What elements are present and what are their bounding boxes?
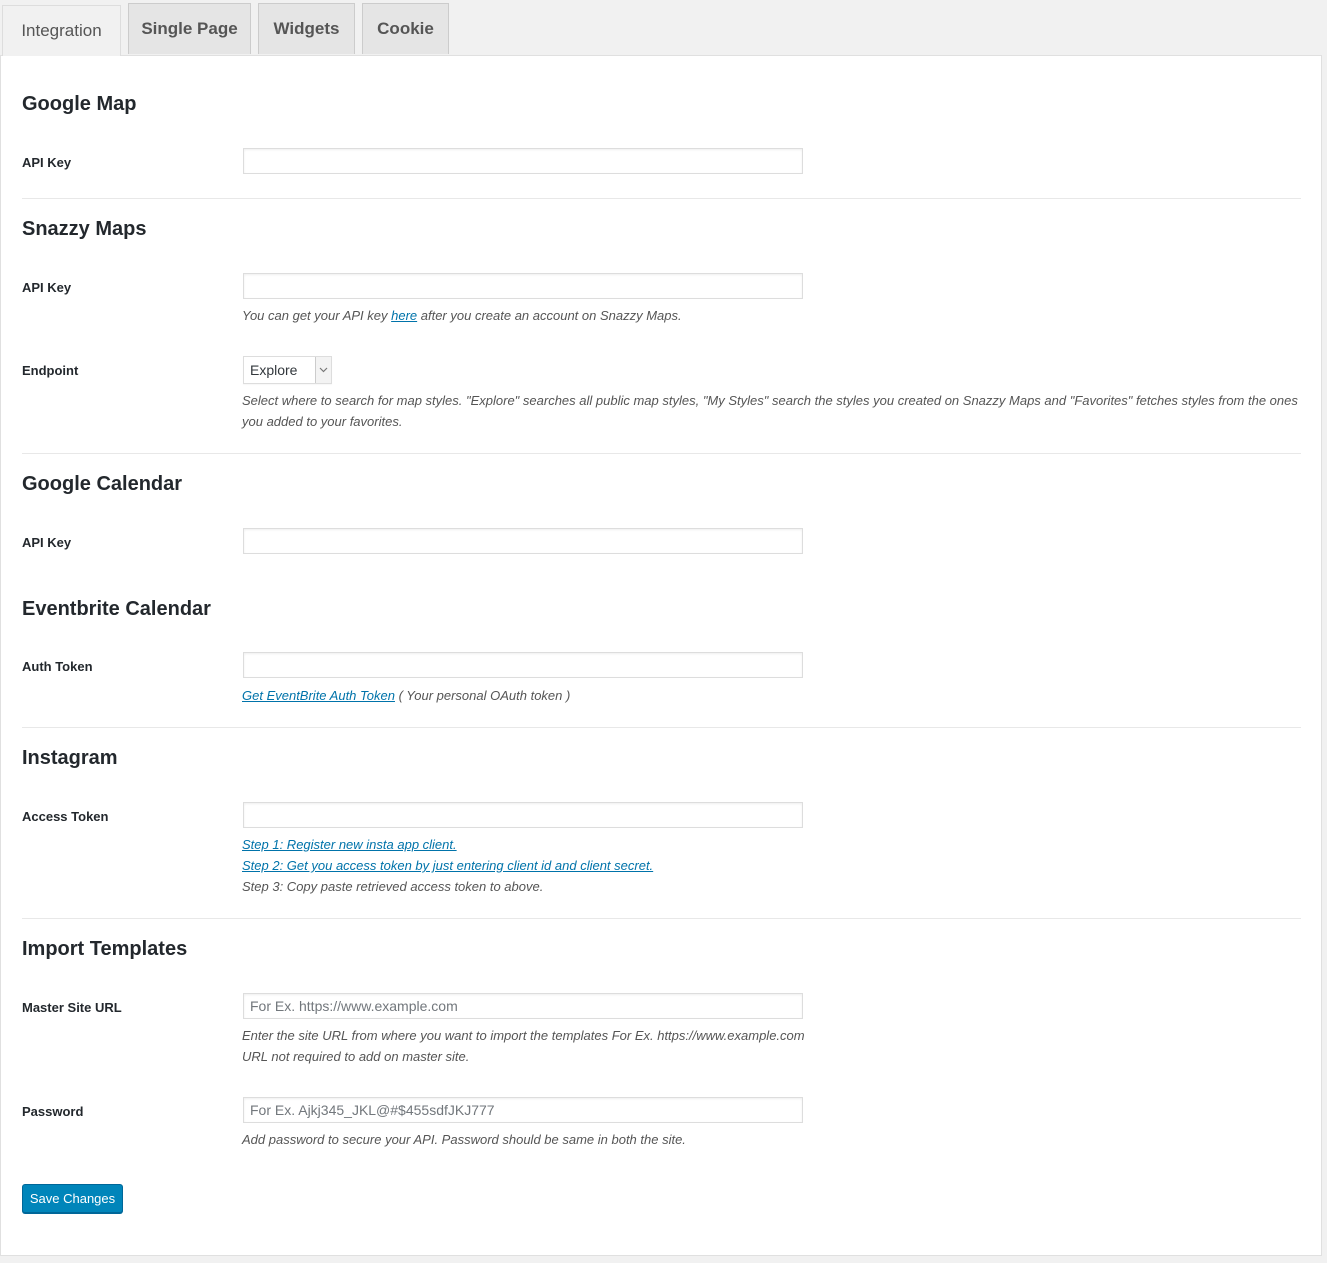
tab-single-page[interactable]: Single Page: [128, 3, 251, 54]
chevron-down-icon: [315, 357, 331, 383]
tab-cookie[interactable]: Cookie: [362, 3, 449, 54]
section-divider: [22, 918, 1301, 919]
description-text: Enter the site URL from where you want t…: [242, 1028, 805, 1043]
description-text: after you create an account on Snazzy Ma…: [417, 308, 682, 323]
password-label: Password: [22, 1104, 84, 1119]
tab-label: Widgets: [273, 19, 340, 38]
save-changes-button[interactable]: Save Changes: [22, 1184, 123, 1213]
tab-label: Integration: [21, 21, 102, 40]
master-site-url-description: Enter the site URL from where you want t…: [242, 1025, 805, 1067]
instagram-access-token-input[interactable]: [243, 802, 803, 828]
section-title-google-map: Google Map: [22, 93, 137, 115]
tab-label: Cookie: [377, 19, 434, 38]
instagram-step3-text: Step 3: Copy paste retrieved access toke…: [242, 879, 544, 894]
get-eventbrite-token-link[interactable]: Get EventBrite Auth Token: [242, 688, 395, 703]
section-title-import-templates: Import Templates: [22, 938, 188, 960]
description-text: URL not required to add on master site.: [242, 1049, 470, 1064]
eventbrite-auth-token-label: Auth Token: [22, 659, 93, 674]
snazzy-maps-endpoint-label: Endpoint: [22, 363, 79, 378]
section-title-snazzy-maps: Snazzy Maps: [22, 218, 147, 240]
eventbrite-description: Get EventBrite Auth Token ( Your persona…: [242, 685, 570, 706]
master-site-url-input[interactable]: [243, 993, 803, 1019]
google-map-api-key-input[interactable]: [243, 148, 803, 174]
master-site-url-label: Master Site URL: [22, 1000, 122, 1015]
description-text: You can get your API key: [242, 308, 392, 323]
google-calendar-api-key-label: API Key: [22, 535, 72, 550]
tab-widgets[interactable]: Widgets: [258, 3, 355, 54]
google-calendar-api-key-input[interactable]: [243, 528, 803, 554]
snazzy-maps-endpoint-select[interactable]: Explore: [243, 356, 332, 384]
instagram-step1-link[interactable]: Step 1: Register new insta app client.: [242, 837, 457, 852]
section-divider: [22, 198, 1301, 199]
snazzy-maps-here-link[interactable]: here: [391, 308, 417, 323]
google-map-api-key-label: API Key: [22, 155, 72, 170]
section-title-eventbrite-calendar: Eventbrite Calendar: [22, 598, 211, 620]
password-input[interactable]: [243, 1097, 803, 1123]
tab-integration[interactable]: Integration: [2, 5, 121, 56]
section-divider: [22, 453, 1301, 454]
eventbrite-auth-token-input[interactable]: [243, 652, 803, 678]
section-divider: [22, 727, 1301, 728]
section-title-google-calendar: Google Calendar: [22, 473, 183, 495]
password-description: Add password to secure your API. Passwor…: [242, 1132, 686, 1147]
snazzy-maps-endpoint-description: Select where to search for map styles. "…: [242, 393, 1298, 429]
instagram-access-token-label: Access Token: [22, 809, 109, 824]
snazzy-maps-api-key-label: API Key: [22, 280, 72, 295]
instagram-step2-link[interactable]: Step 2: Get you access token by just ent…: [242, 858, 653, 873]
tab-bar: Integration Single Page Widgets Cookie: [0, 0, 1327, 56]
instagram-steps: Step 1: Register new insta app client. S…: [242, 834, 653, 897]
select-value: Explore: [250, 362, 298, 378]
tab-label: Single Page: [141, 19, 238, 38]
snazzy-maps-api-key-description: You can get your API key here after you …: [242, 305, 682, 326]
description-text: ( Your personal OAuth token ): [394, 688, 571, 703]
snazzy-maps-api-key-input[interactable]: [243, 273, 803, 299]
section-title-instagram: Instagram: [22, 747, 118, 769]
